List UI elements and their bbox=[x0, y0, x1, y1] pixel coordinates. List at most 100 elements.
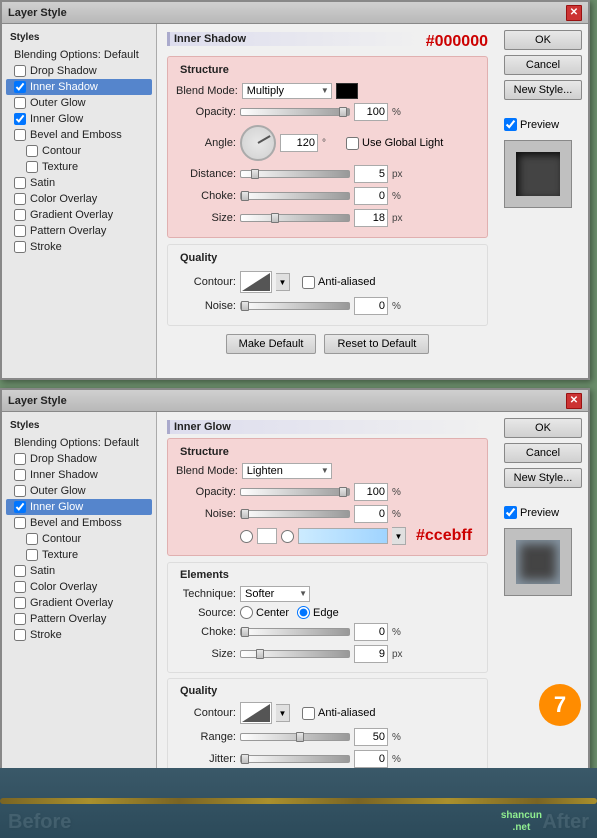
noise-thumb-2[interactable] bbox=[241, 509, 249, 519]
drop-shadow-checkbox[interactable] bbox=[14, 65, 26, 77]
angle-dial[interactable] bbox=[240, 125, 276, 161]
sidebar-item-inner-shadow[interactable]: Inner Shadow bbox=[6, 79, 152, 95]
noise-slider-2[interactable] bbox=[240, 510, 350, 518]
distance-slider[interactable] bbox=[240, 170, 350, 178]
angle-input[interactable] bbox=[280, 134, 318, 152]
range-input[interactable] bbox=[354, 728, 388, 746]
opacity-slider-1[interactable] bbox=[240, 108, 350, 116]
sidebar-item-bevel-emboss-2[interactable]: Bevel and Emboss bbox=[6, 515, 152, 531]
contour-checkbox[interactable] bbox=[26, 145, 38, 157]
sidebar-item-pattern-overlay[interactable]: Pattern Overlay bbox=[6, 223, 152, 239]
sidebar-item-stroke[interactable]: Stroke bbox=[6, 239, 152, 255]
stroke-checkbox[interactable] bbox=[14, 241, 26, 253]
anti-aliased-checkbox-1[interactable] bbox=[302, 276, 315, 289]
blend-color-swatch-1[interactable] bbox=[336, 83, 358, 99]
opacity-thumb-2[interactable] bbox=[339, 487, 347, 497]
distance-input[interactable] bbox=[354, 165, 388, 183]
technique-select[interactable]: Softer Precise bbox=[240, 586, 310, 602]
source-edge-radio[interactable] bbox=[297, 606, 310, 619]
noise-input-1[interactable] bbox=[354, 297, 388, 315]
preview-checkbox-1[interactable] bbox=[504, 118, 517, 131]
sidebar-item-contour-2[interactable]: Contour bbox=[6, 531, 152, 547]
use-global-light-checkbox[interactable] bbox=[346, 137, 359, 150]
contour-checkbox-2[interactable] bbox=[26, 533, 38, 545]
size-thumb-1[interactable] bbox=[271, 213, 279, 223]
sidebar-item-satin-2[interactable]: Satin bbox=[6, 563, 152, 579]
choke-thumb-1[interactable] bbox=[241, 191, 249, 201]
outer-glow-checkbox[interactable] bbox=[14, 97, 26, 109]
outer-glow-checkbox-2[interactable] bbox=[14, 485, 26, 497]
sidebar-item-color-overlay[interactable]: Color Overlay bbox=[6, 191, 152, 207]
source-edge-option[interactable]: Edge bbox=[297, 606, 339, 619]
sidebar-item-inner-glow[interactable]: Inner Glow bbox=[6, 111, 152, 127]
gradient-overlay-checkbox-2[interactable] bbox=[14, 597, 26, 609]
jitter-input[interactable] bbox=[354, 750, 388, 768]
inner-glow-checkbox[interactable] bbox=[14, 113, 26, 125]
solid-color-swatch[interactable] bbox=[257, 528, 277, 544]
contour-preview-1[interactable] bbox=[240, 271, 272, 293]
sidebar-item-drop-shadow-2[interactable]: Drop Shadow bbox=[6, 451, 152, 467]
ok-button-1[interactable]: OK bbox=[504, 30, 582, 50]
close-button-1[interactable]: ✕ bbox=[566, 5, 582, 21]
reset-to-default-button-1[interactable]: Reset to Default bbox=[324, 334, 429, 354]
blend-mode-select-2[interactable]: Lighten Normal Screen bbox=[242, 463, 332, 479]
size-slider-2[interactable] bbox=[240, 650, 350, 658]
choke-input-1[interactable] bbox=[354, 187, 388, 205]
opacity-thumb-1[interactable] bbox=[339, 107, 347, 117]
source-center-option[interactable]: Center bbox=[240, 606, 289, 619]
new-style-button-2[interactable]: New Style... bbox=[504, 468, 582, 488]
drop-shadow-checkbox-2[interactable] bbox=[14, 453, 26, 465]
gradient-radio[interactable] bbox=[281, 530, 294, 543]
blend-mode-select[interactable]: Multiply Normal Screen Overlay bbox=[242, 83, 332, 99]
noise-thumb-1[interactable] bbox=[241, 301, 249, 311]
size-slider-1[interactable] bbox=[240, 214, 350, 222]
color-overlay-checkbox-2[interactable] bbox=[14, 581, 26, 593]
bevel-emboss-checkbox[interactable] bbox=[14, 129, 26, 141]
solid-color-radio[interactable] bbox=[240, 530, 253, 543]
gradient-dropdown-btn[interactable]: ▼ bbox=[392, 527, 406, 545]
sidebar-item-color-overlay-2[interactable]: Color Overlay bbox=[6, 579, 152, 595]
cancel-button-1[interactable]: Cancel bbox=[504, 55, 582, 75]
pattern-overlay-checkbox[interactable] bbox=[14, 225, 26, 237]
choke-input-2[interactable] bbox=[354, 623, 388, 641]
sidebar-item-texture-2[interactable]: Texture bbox=[6, 547, 152, 563]
satin-checkbox-2[interactable] bbox=[14, 565, 26, 577]
sidebar-item-gradient-overlay-2[interactable]: Gradient Overlay bbox=[6, 595, 152, 611]
satin-checkbox[interactable] bbox=[14, 177, 26, 189]
inner-glow-checkbox-2[interactable] bbox=[14, 501, 26, 513]
jitter-slider[interactable] bbox=[240, 755, 350, 763]
pattern-overlay-checkbox-2[interactable] bbox=[14, 613, 26, 625]
sidebar-item-bevel-emboss[interactable]: Bevel and Emboss bbox=[6, 127, 152, 143]
sidebar-item-blending-options-2[interactable]: Blending Options: Default bbox=[6, 435, 152, 451]
close-button-2[interactable]: ✕ bbox=[566, 393, 582, 409]
range-thumb[interactable] bbox=[296, 732, 304, 742]
bevel-emboss-checkbox-2[interactable] bbox=[14, 517, 26, 529]
size-input-1[interactable] bbox=[354, 209, 388, 227]
sidebar-item-satin[interactable]: Satin bbox=[6, 175, 152, 191]
new-style-button-1[interactable]: New Style... bbox=[504, 80, 582, 100]
contour-dropdown-btn-2[interactable]: ▼ bbox=[276, 704, 290, 722]
sidebar-item-inner-shadow-2[interactable]: Inner Shadow bbox=[6, 467, 152, 483]
ok-button-2[interactable]: OK bbox=[504, 418, 582, 438]
sidebar-item-stroke-2[interactable]: Stroke bbox=[6, 627, 152, 643]
gradient-preview[interactable] bbox=[298, 528, 388, 544]
sidebar-item-outer-glow[interactable]: Outer Glow bbox=[6, 95, 152, 111]
sidebar-item-texture[interactable]: Texture bbox=[6, 159, 152, 175]
contour-dropdown-btn-1[interactable]: ▼ bbox=[276, 273, 290, 291]
stroke-checkbox-2[interactable] bbox=[14, 629, 26, 641]
texture-checkbox[interactable] bbox=[26, 161, 38, 173]
sidebar-item-drop-shadow[interactable]: Drop Shadow bbox=[6, 63, 152, 79]
noise-input-2[interactable] bbox=[354, 505, 388, 523]
range-slider[interactable] bbox=[240, 733, 350, 741]
preview-checkbox-2[interactable] bbox=[504, 506, 517, 519]
color-overlay-checkbox[interactable] bbox=[14, 193, 26, 205]
source-center-radio[interactable] bbox=[240, 606, 253, 619]
opacity-input-1[interactable] bbox=[354, 103, 388, 121]
sidebar-item-pattern-overlay-2[interactable]: Pattern Overlay bbox=[6, 611, 152, 627]
jitter-thumb[interactable] bbox=[241, 754, 249, 764]
sidebar-item-inner-glow-2[interactable]: Inner Glow bbox=[6, 499, 152, 515]
inner-shadow-checkbox-2[interactable] bbox=[14, 469, 26, 481]
sidebar-item-blending-options[interactable]: Blending Options: Default bbox=[6, 47, 152, 63]
opacity-slider-2[interactable] bbox=[240, 488, 350, 496]
texture-checkbox-2[interactable] bbox=[26, 549, 38, 561]
